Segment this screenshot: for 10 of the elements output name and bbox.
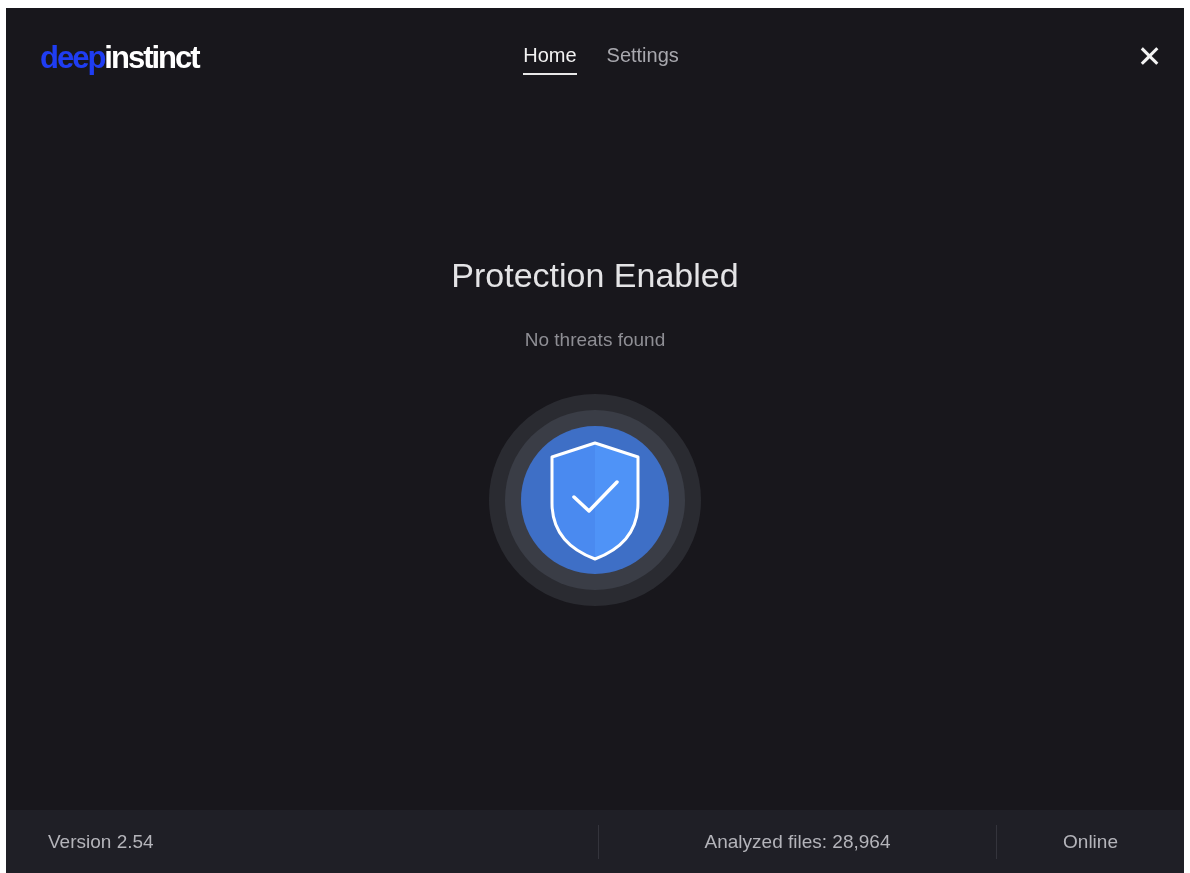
- status-text: Online: [996, 824, 1184, 859]
- status-text: Analyzed files: 28,964: [598, 824, 996, 859]
- nav-tab[interactable]: Home: [523, 44, 577, 75]
- shield-check-icon: [488, 393, 702, 607]
- status-subtitle: No threats found: [524, 329, 666, 351]
- close-button[interactable]: ✕: [1137, 42, 1162, 72]
- nav-tab[interactable]: Settings: [606, 44, 679, 75]
- status-title: Protection Enabled: [451, 256, 739, 295]
- logo: deepinstinct: [40, 40, 199, 76]
- status-text: Version 2.54: [47, 829, 155, 854]
